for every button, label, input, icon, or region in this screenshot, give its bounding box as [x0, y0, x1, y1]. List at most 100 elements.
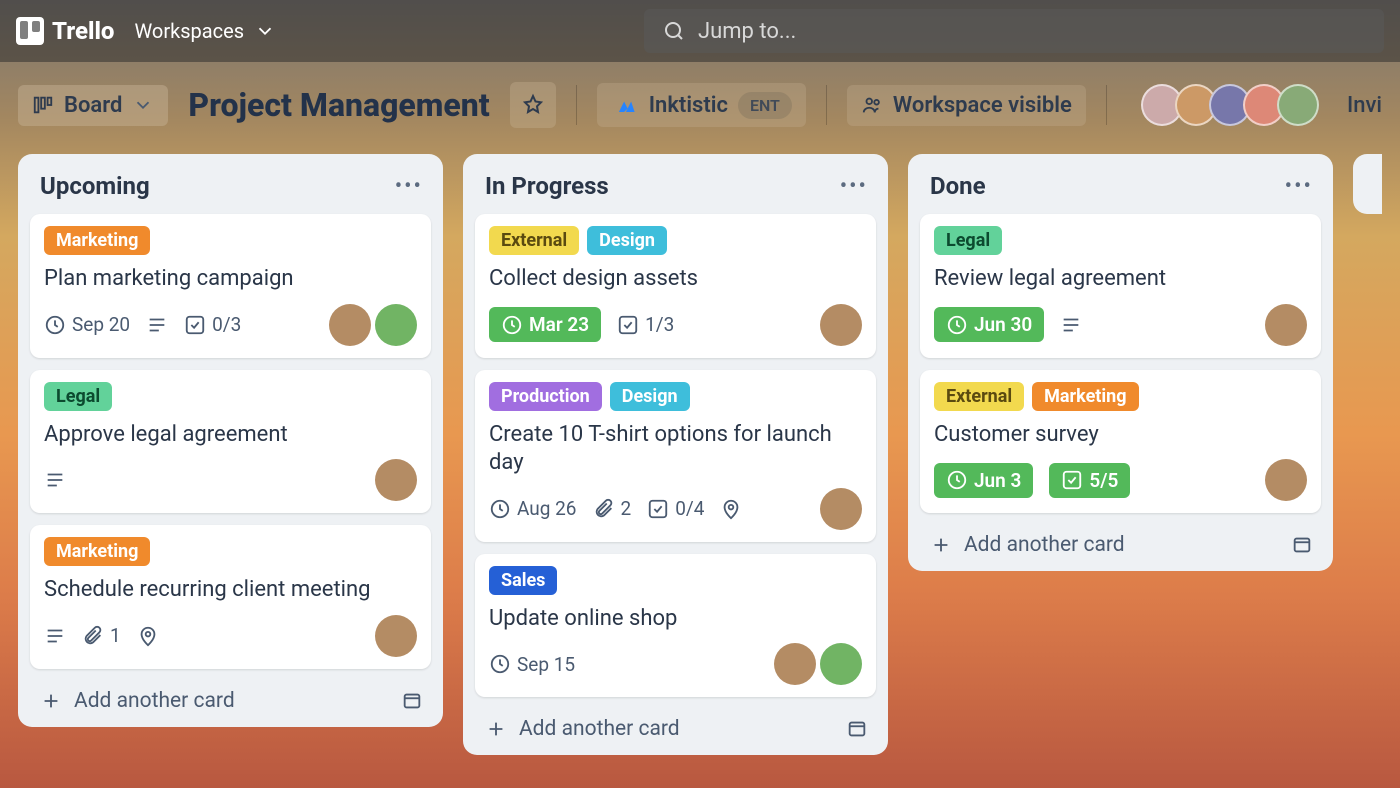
due-date-badge: Aug 26 [489, 497, 577, 520]
card-label[interactable]: Production [489, 382, 602, 411]
search-input[interactable]: Jump to... [644, 9, 1384, 53]
card[interactable]: ProductionDesign Create 10 T-shirt optio… [475, 370, 876, 542]
avatar[interactable] [1265, 459, 1307, 501]
list: Upcoming ••• Marketing Plan marketing ca… [18, 154, 443, 727]
location-badge [720, 498, 742, 520]
avatar[interactable] [375, 304, 417, 346]
card-members[interactable] [820, 304, 862, 346]
board-canvas[interactable]: Upcoming ••• Marketing Plan marketing ca… [0, 140, 1400, 769]
trello-logo-icon [16, 17, 44, 45]
org-name: Inktistic [649, 93, 728, 118]
list-title[interactable]: Upcoming [40, 172, 150, 200]
avatar[interactable] [329, 304, 371, 346]
card[interactable]: Legal Approve legal agreement [30, 370, 431, 514]
loc-icon [720, 498, 742, 520]
due-date-badge: Jun 3 [934, 463, 1033, 498]
board-members[interactable] [1149, 84, 1319, 126]
template-icon [846, 718, 868, 740]
description-badge [1060, 314, 1082, 336]
add-card-button[interactable]: Add another card [485, 717, 680, 741]
divider [1106, 85, 1107, 125]
top-nav: Trello Workspaces Jump to... [0, 0, 1400, 62]
search-icon [662, 19, 686, 43]
card-label[interactable]: Marketing [44, 226, 150, 255]
card-title: Collect design assets [489, 265, 862, 294]
checklist-badge: 5/5 [1049, 463, 1130, 498]
clock-icon [946, 469, 968, 491]
list-menu-button[interactable]: ••• [395, 174, 423, 199]
card[interactable]: Marketing Schedule recurring client meet… [30, 525, 431, 669]
card-members[interactable] [329, 304, 417, 346]
clock-icon [501, 314, 523, 336]
org-chip[interactable]: Inktistic ENT [597, 83, 806, 127]
check-icon [617, 314, 639, 336]
invite-button[interactable]: Invi [1347, 93, 1382, 118]
star-button[interactable] [510, 82, 556, 128]
card-members[interactable] [820, 488, 862, 530]
avatar[interactable] [774, 643, 816, 685]
card[interactable]: Sales Update online shop Sep 15 [475, 554, 876, 698]
card[interactable]: Marketing Plan marketing campaign Sep 20… [30, 214, 431, 358]
card-template-button[interactable] [401, 690, 423, 712]
card-label[interactable]: Sales [489, 566, 557, 595]
org-badge: ENT [738, 92, 792, 119]
card[interactable]: ExternalDesign Collect design assets Mar… [475, 214, 876, 358]
card-title: Review legal agreement [934, 265, 1307, 294]
workspaces-dropdown[interactable]: Workspaces [134, 19, 276, 43]
trello-logo[interactable]: Trello [16, 17, 114, 45]
board-title[interactable]: Project Management [188, 86, 489, 124]
attachments-badge: 1 [82, 624, 121, 647]
desc-icon [44, 625, 66, 647]
card[interactable]: Legal Review legal agreement Jun 30 [920, 214, 1321, 358]
clock-icon [44, 314, 66, 336]
visibility-button[interactable]: Workspace visible [847, 85, 1086, 126]
clock-icon [489, 498, 511, 520]
checklist-badge: 1/3 [617, 313, 674, 336]
card-title: Customer survey [934, 421, 1307, 450]
card-label[interactable]: Design [610, 382, 690, 411]
card-members[interactable] [1265, 304, 1307, 346]
clock-icon [946, 314, 968, 336]
card-label[interactable]: Legal [934, 226, 1002, 255]
add-card-button[interactable]: Add another card [40, 689, 235, 713]
card-members[interactable] [375, 459, 417, 501]
avatar[interactable] [375, 459, 417, 501]
view-switcher[interactable]: Board [18, 85, 168, 126]
card-members[interactable] [1265, 459, 1307, 501]
template-icon [1291, 534, 1313, 556]
card-label[interactable]: External [489, 226, 579, 255]
card-label[interactable]: Marketing [1032, 382, 1138, 411]
add-card-button[interactable]: Add another card [930, 533, 1125, 557]
card-label[interactable]: Design [587, 226, 667, 255]
divider [826, 85, 827, 125]
list-title[interactable]: Done [930, 172, 986, 200]
avatar[interactable] [375, 615, 417, 657]
card-template-button[interactable] [1291, 534, 1313, 556]
avatar[interactable] [1277, 84, 1319, 126]
card-members[interactable] [375, 615, 417, 657]
card-template-button[interactable] [846, 718, 868, 740]
check-icon [647, 498, 669, 520]
card-label[interactable]: External [934, 382, 1024, 411]
card-title: Plan marketing campaign [44, 265, 417, 294]
check-icon [184, 314, 206, 336]
list-menu-button[interactable]: ••• [840, 174, 868, 199]
avatar[interactable] [820, 643, 862, 685]
desc-icon [44, 469, 66, 491]
attach-icon [82, 625, 104, 647]
checklist-badge: 0/3 [184, 313, 241, 336]
card-label[interactable]: Marketing [44, 537, 150, 566]
list-title[interactable]: In Progress [485, 172, 609, 200]
avatar[interactable] [820, 488, 862, 530]
list-menu-button[interactable]: ••• [1285, 174, 1313, 199]
atlassian-icon [611, 91, 639, 119]
card[interactable]: External Marketing Customer survey Jun 3 5… [920, 370, 1321, 514]
plus-icon [40, 690, 62, 712]
avatar[interactable] [1265, 304, 1307, 346]
avatar[interactable] [820, 304, 862, 346]
card-label[interactable]: Legal [44, 382, 112, 411]
location-badge [137, 625, 159, 647]
card-members[interactable] [774, 643, 862, 685]
workspaces-label: Workspaces [134, 19, 244, 43]
loc-icon [137, 625, 159, 647]
